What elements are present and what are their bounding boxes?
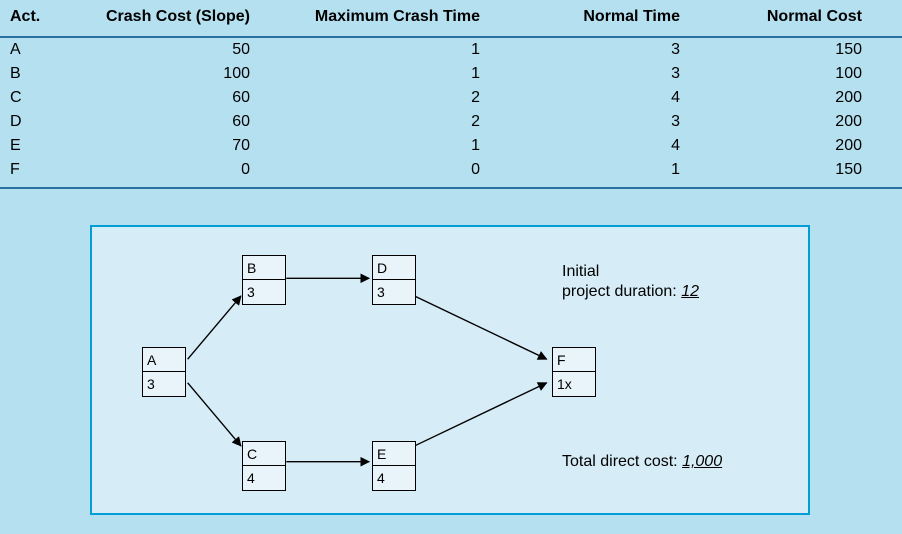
cell-act: B xyxy=(0,62,90,86)
node-label: B xyxy=(243,256,285,280)
col-act: Act. xyxy=(0,0,90,37)
cell-crash-cost: 60 xyxy=(90,110,290,134)
cell-max-crash: 1 xyxy=(290,62,520,86)
cell-act: D xyxy=(0,110,90,134)
node-d: D 3 xyxy=(372,255,416,305)
node-value: 1x xyxy=(553,372,595,396)
cell-normal-cost: 150 xyxy=(720,158,902,188)
cell-max-crash: 2 xyxy=(290,86,520,110)
node-value: 4 xyxy=(243,466,285,490)
col-max-crash-time: Maximum Crash Time xyxy=(290,0,520,37)
node-value: 4 xyxy=(373,466,415,490)
table-row: B 100 1 3 100 xyxy=(0,62,902,86)
duration-label: project duration: xyxy=(562,283,677,300)
cell-crash-cost: 0 xyxy=(90,158,290,188)
cell-crash-cost: 50 xyxy=(90,37,290,62)
cell-normal-cost: 200 xyxy=(720,134,902,158)
node-value: 3 xyxy=(143,372,185,396)
node-label: C xyxy=(243,442,285,466)
table-row: D 60 2 3 200 xyxy=(0,110,902,134)
activity-cost-table: Act. Crash Cost (Slope) Maximum Crash Ti… xyxy=(0,0,902,189)
col-normal-cost: Normal Cost xyxy=(720,0,902,37)
cell-normal-time: 4 xyxy=(520,86,720,110)
col-crash-cost: Crash Cost (Slope) xyxy=(90,0,290,37)
cell-normal-time: 3 xyxy=(520,62,720,86)
total-direct-cost: Total direct cost: 1,000 xyxy=(562,453,722,471)
network-diagram: A 3 B 3 C 4 D 3 E 4 F 1x Initial xyxy=(90,225,810,515)
node-label: E xyxy=(373,442,415,466)
cell-act: F xyxy=(0,158,90,188)
col-normal-time: Normal Time xyxy=(520,0,720,37)
cell-act: E xyxy=(0,134,90,158)
cell-normal-time: 1 xyxy=(520,158,720,188)
node-label: A xyxy=(143,348,185,372)
table-row: F 0 0 1 150 xyxy=(0,158,902,188)
cell-normal-cost: 200 xyxy=(720,110,902,134)
cell-normal-cost: 200 xyxy=(720,86,902,110)
total-cost-label: Total direct cost: xyxy=(562,453,678,470)
cell-max-crash: 0 xyxy=(290,158,520,188)
cell-crash-cost: 70 xyxy=(90,134,290,158)
node-f: F 1x xyxy=(552,347,596,397)
table-row: C 60 2 4 200 xyxy=(0,86,902,110)
node-c: C 4 xyxy=(242,441,286,491)
cell-act: C xyxy=(0,86,90,110)
cell-normal-cost: 100 xyxy=(720,62,902,86)
duration-value: 12 xyxy=(681,283,699,300)
cell-max-crash: 2 xyxy=(290,110,520,134)
cell-normal-time: 4 xyxy=(520,134,720,158)
node-value: 3 xyxy=(243,280,285,304)
node-label: F xyxy=(553,348,595,372)
total-cost-value: 1,000 xyxy=(682,453,722,470)
cell-normal-time: 3 xyxy=(520,37,720,62)
node-b: B 3 xyxy=(242,255,286,305)
cell-crash-cost: 100 xyxy=(90,62,290,86)
cell-max-crash: 1 xyxy=(290,37,520,62)
project-duration: project duration: 12 xyxy=(562,283,699,301)
table-row: A 50 1 3 150 xyxy=(0,37,902,62)
cell-normal-cost: 150 xyxy=(720,37,902,62)
node-label: D xyxy=(373,256,415,280)
initial-label: Initial xyxy=(562,263,599,281)
cell-normal-time: 3 xyxy=(520,110,720,134)
node-value: 3 xyxy=(373,280,415,304)
node-e: E 4 xyxy=(372,441,416,491)
cell-crash-cost: 60 xyxy=(90,86,290,110)
table-row: E 70 1 4 200 xyxy=(0,134,902,158)
node-a: A 3 xyxy=(142,347,186,397)
cell-act: A xyxy=(0,37,90,62)
cell-max-crash: 1 xyxy=(290,134,520,158)
